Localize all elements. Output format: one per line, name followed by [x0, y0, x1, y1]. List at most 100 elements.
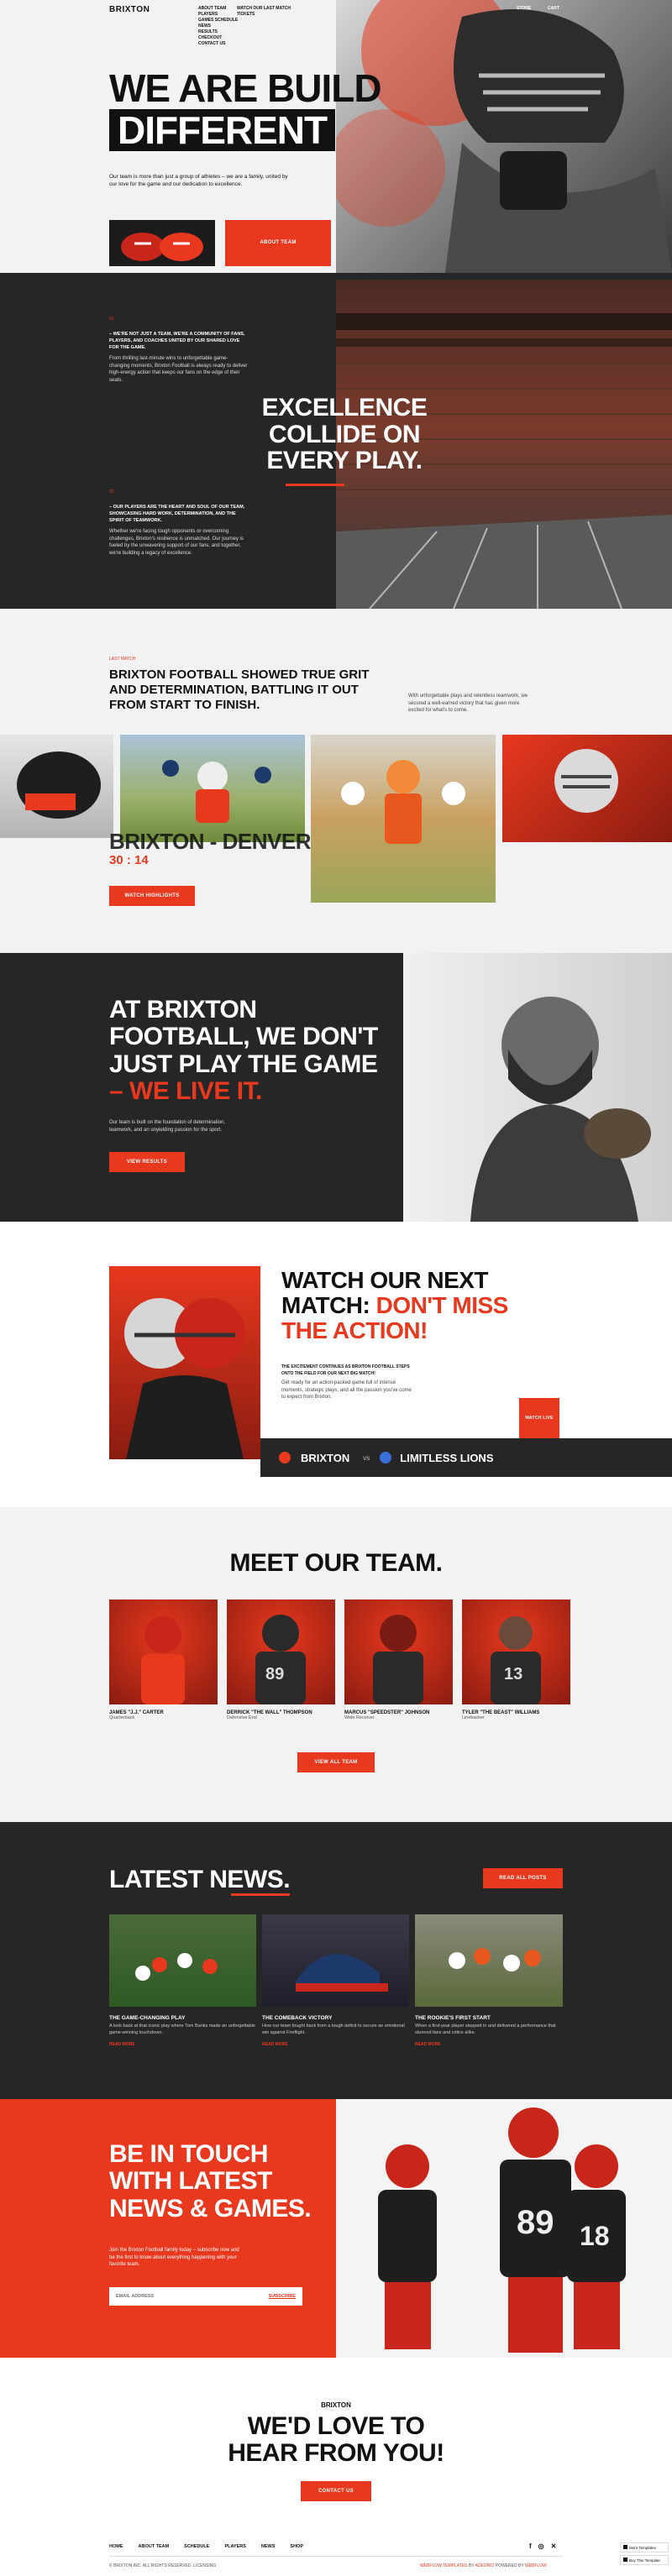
instagram-icon[interactable]: ◎: [538, 2542, 544, 2550]
main-nav: ABOUT TEAM PLAYERS GAMES SCHEDULE NEWS R…: [198, 6, 238, 47]
news-card[interactable]: THE ROOKIE'S FIRST START When a first-ye…: [415, 1914, 563, 2047]
view-results-button[interactable]: VIEW RESULTS: [109, 1152, 185, 1172]
footer-link-schedule[interactable]: SCHEDULE: [184, 2544, 209, 2549]
player-role: Defensive End: [227, 1715, 257, 1720]
team-card[interactable]: JAMES "J.J." CARTER Quarterback: [109, 1600, 218, 1720]
next-match-section: WATCH OUR NEXT MATCH: DON'T MISS THE ACT…: [0, 1222, 672, 1507]
email-input[interactable]: [116, 2294, 242, 2299]
live-it-text: Our team is built on the foundation of d…: [109, 1120, 226, 1133]
more-templates-label: More Templates: [629, 2546, 656, 2550]
newsletter-line-2: WITH LATEST: [109, 2167, 272, 2196]
hero-description: Our team is more than just a group of at…: [109, 174, 288, 188]
nav-link-last-match[interactable]: WATCH OUR LAST MATCH: [237, 6, 291, 12]
helmets-photo: [109, 1266, 260, 1459]
footer-link-about-team[interactable]: ABOUT TEAM: [139, 2544, 170, 2549]
live-it-section: AT BRIXTON FOOTBALL, WE DON'T JUST PLAY …: [0, 953, 672, 1222]
next-match-title: WATCH OUR NEXT MATCH: DON'T MISS THE ACT…: [281, 1267, 508, 1344]
nav-link-players[interactable]: PLAYERS: [198, 12, 238, 18]
view-all-team-button[interactable]: VIEW ALL TEAM: [297, 1752, 375, 1772]
live-it-line-3: JUST PLAY THE GAME: [109, 1050, 378, 1078]
next-match-line-2: MATCH: DON'T MISS: [281, 1293, 508, 1318]
nav-link-games-schedule[interactable]: GAMES SCHEDULE: [198, 18, 238, 24]
overlay-line-2: COLLIDE ON: [269, 420, 421, 448]
jersey-number-89: 89: [517, 2204, 554, 2241]
last-match-aside: With unforgettable plays and relentless …: [408, 694, 528, 714]
news-card[interactable]: THE GAME-CHANGING PLAY A look back at th…: [109, 1914, 256, 2047]
team-card[interactable]: 89 DERRICK "THE WALL" THOMPSON Defensive…: [227, 1600, 335, 1720]
read-more-link[interactable]: READ MORE: [415, 2042, 563, 2047]
store-link[interactable]: STORE: [517, 6, 531, 11]
nav-link-tickets[interactable]: TICKETS: [237, 12, 291, 18]
nav-link-checkout[interactable]: CHECKOUT: [198, 35, 238, 41]
more-templates-badge[interactable]: More Templates: [620, 2542, 669, 2552]
read-all-posts-button[interactable]: READ ALL POSTS: [483, 1868, 563, 1888]
next-match-line-1: WATCH OUR NEXT: [281, 1267, 489, 1293]
excellence-overlay-title: EXCELLENCE COLLIDE ON EVERY PLAY.: [252, 395, 437, 474]
footer-link-home[interactable]: HOME: [109, 2544, 123, 2549]
credit-author[interactable]: ADEURIO: [475, 2563, 495, 2568]
news-card-text: A look back at that iconic play where To…: [109, 2024, 255, 2035]
contact-us-button[interactable]: CONTACT US: [301, 2481, 371, 2501]
live-it-line-4: – WE LIVE IT.: [109, 1077, 262, 1106]
nav-link-results[interactable]: RESULTS: [198, 29, 238, 35]
contact-section: BRIXTON WE'D LOVE TO HEAR FROM YOU! CONT…: [0, 2358, 672, 2517]
news-card-text: When a first-year player stepped in and …: [415, 2024, 556, 2035]
match-photo-4: [502, 735, 672, 842]
news-image: [415, 1914, 563, 2007]
badge-icon: [623, 2545, 627, 2549]
overlay-line-1: EXCELLENCE: [261, 394, 428, 421]
nav-link-about-team[interactable]: ABOUT TEAM: [198, 6, 238, 12]
contact-brand: BRIXTON: [321, 2401, 351, 2409]
news-card-title: THE ROOKIE'S FIRST START: [415, 2015, 491, 2021]
hero-gloves-image: [109, 220, 215, 266]
matchup-bar: BRIXTON vs LIMITLESS LIONS: [260, 1438, 672, 1477]
footer-link-news[interactable]: NEWS: [261, 2544, 276, 2549]
footer-link-shop[interactable]: SHOP: [290, 2544, 303, 2549]
credit-webflow[interactable]: WEBFLOW: [525, 2563, 547, 2568]
watch-highlights-button[interactable]: WATCH HIGHLIGHTS: [109, 886, 195, 906]
brixton-badge-icon: [279, 1452, 291, 1463]
excellence-number-2: 02: [109, 490, 114, 495]
overlay-underline: [286, 484, 344, 486]
footer-link-players[interactable]: PLAYERS: [224, 2544, 245, 2549]
subscribe-button[interactable]: SUBSCRIBE: [269, 2294, 296, 2299]
newsletter-form: SUBSCRIBE: [109, 2287, 302, 2306]
team-card[interactable]: 13 TYLER "THE BEAST" WILLIAMS Linebacker: [462, 1600, 570, 1720]
facebook-icon[interactable]: f: [529, 2542, 532, 2550]
newsletter-title: BE IN TOUCH WITH LATEST NEWS & GAMES.: [109, 2140, 312, 2223]
credit-templates[interactable]: WEBFLOW TEMPLATES: [420, 2563, 468, 2568]
nav-link-contact-us[interactable]: CONTACT US: [198, 41, 238, 47]
footer: HOME ABOUT TEAM SCHEDULE PLAYERS NEWS SH…: [0, 2517, 672, 2576]
team-section: MEET OUR TEAM. JAMES "J.J." CARTER Quart…: [0, 1507, 672, 1822]
buy-template-label: Buy This Template: [629, 2558, 660, 2563]
nav-link-news[interactable]: NEWS: [198, 24, 238, 29]
template-badges: More Templates Buy This Template: [620, 2542, 669, 2565]
last-match-headline: BRIXTON FOOTBALL SHOWED TRUE GRIT AND DE…: [109, 668, 370, 712]
news-image: [262, 1914, 409, 2007]
newsletter-text: Join the Brixton Football family today –…: [109, 2248, 239, 2268]
buy-template-badge[interactable]: Buy This Template: [620, 2555, 669, 2565]
watch-live-button[interactable]: WATCH LIVE: [519, 1398, 559, 1438]
footer-nav: HOME ABOUT TEAM SCHEDULE PLAYERS NEWS SH…: [109, 2544, 303, 2549]
team-card[interactable]: MARCUS "SPEEDSTER" JOHNSON Wide Receiver: [344, 1600, 453, 1720]
match-score: 30 : 14: [109, 853, 149, 867]
news-title-underline: [231, 1893, 290, 1896]
player-photo: [344, 1600, 453, 1704]
away-team-name: LIMITLESS LIONS: [400, 1451, 494, 1464]
jersey-number-18: 18: [580, 2221, 610, 2251]
read-more-link[interactable]: READ MORE: [262, 2042, 409, 2047]
last-match-section: LAST MATCH BRIXTON FOOTBALL SHOWED TRUE …: [0, 609, 672, 953]
x-icon[interactable]: ✕: [551, 2542, 557, 2550]
brand-logo[interactable]: BRIXTON: [109, 5, 150, 14]
last-match-label: LAST MATCH: [109, 657, 136, 662]
jersey-number: 13: [504, 1665, 523, 1683]
excellence-text-1: From thrilling last-minute wins to unfor…: [109, 356, 248, 384]
secondary-nav: WATCH OUR LAST MATCH TICKETS: [237, 6, 291, 18]
news-card[interactable]: THE COMEBACK VICTORY How our team fought…: [262, 1914, 409, 2047]
excellence-lead-1: – WE'RE NOT JUST A TEAM, WE'RE A COMMUNI…: [109, 332, 245, 350]
about-team-button[interactable]: ABOUT TEAM: [225, 220, 331, 266]
excellence-number-1: 01: [109, 317, 114, 322]
read-more-link[interactable]: READ MORE: [109, 2042, 256, 2047]
credit-by: BY: [468, 2563, 475, 2568]
cart-link[interactable]: CART: [548, 6, 559, 11]
